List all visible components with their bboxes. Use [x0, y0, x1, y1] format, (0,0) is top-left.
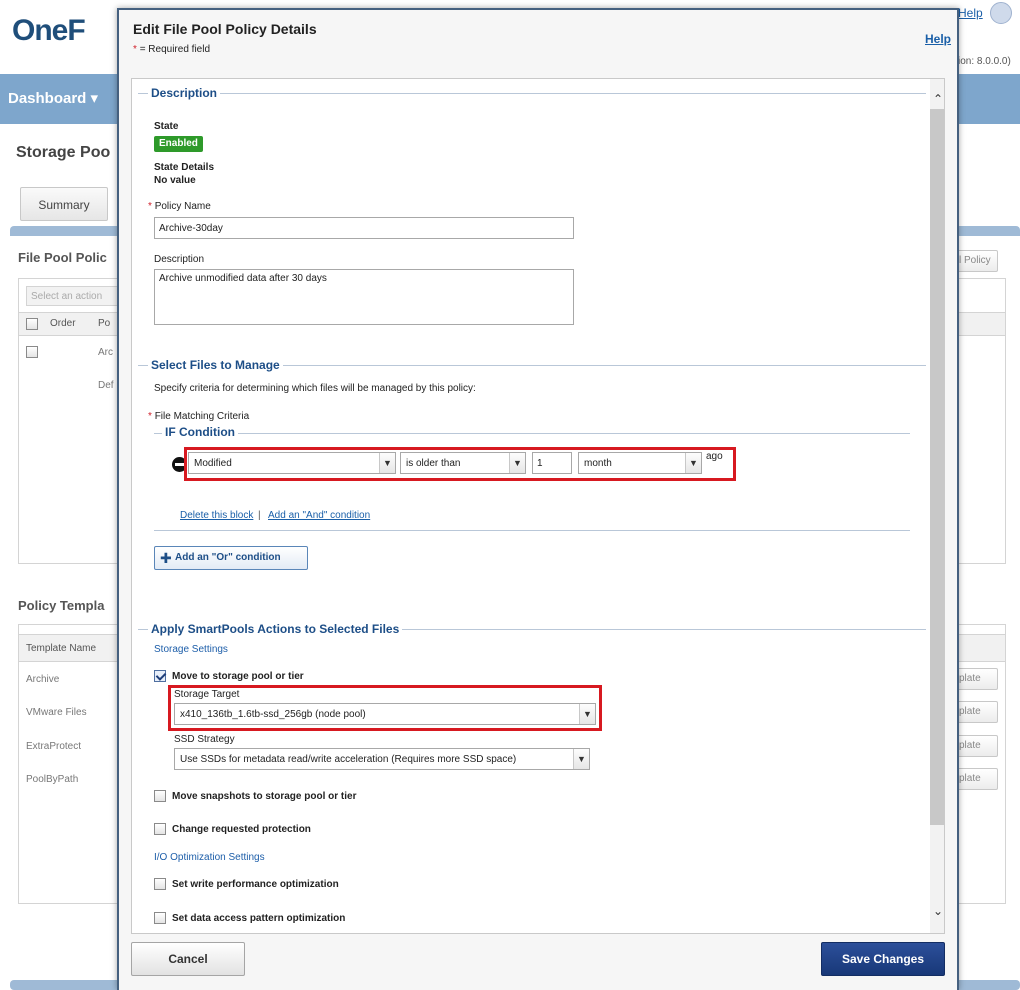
- dialog-title: Edit File Pool Policy Details: [133, 21, 317, 37]
- ssd-strategy-select[interactable]: Use SSDs for metadata read/write acceler…: [174, 748, 590, 770]
- if-condition-top-line: [154, 433, 910, 434]
- policy-row-2: Def: [98, 380, 114, 391]
- description-section-heading: Description: [148, 86, 221, 100]
- policy-name-label: * Policy Name: [148, 201, 211, 212]
- scroll-down-icon[interactable]: ⌄: [931, 903, 944, 919]
- state-badge: Enabled: [154, 136, 203, 152]
- access-pattern-label: Set data access pattern optimization: [172, 913, 346, 924]
- storage-target-label: Storage Target: [174, 689, 240, 700]
- dashboard-menu[interactable]: Dashboard ▾: [8, 89, 98, 107]
- storage-settings-label: Storage Settings: [154, 644, 228, 655]
- select-action-dropdown[interactable]: Select an action: [26, 286, 120, 306]
- col-policy: Po: [98, 318, 111, 329]
- move-snapshots-label: Move snapshots to storage pool or tier: [172, 791, 357, 802]
- use-template-button[interactable]: plate: [956, 768, 998, 790]
- state-details-value: No value: [154, 175, 196, 186]
- attribute-select[interactable]: Modified ▼: [188, 452, 396, 474]
- if-condition-heading: IF Condition: [162, 425, 238, 439]
- select-all-checkbox[interactable]: [26, 318, 38, 330]
- chevron-down-icon: ▼: [509, 453, 525, 473]
- ssd-strategy-label: SSD Strategy: [174, 734, 235, 745]
- select-files-section-heading: Select Files to Manage: [148, 358, 283, 372]
- use-template-button[interactable]: plate: [956, 668, 998, 690]
- use-template-button[interactable]: plate: [956, 701, 998, 723]
- add-and-condition-link[interactable]: Add an "And" condition: [268, 510, 370, 521]
- required-field-note: * = Required field: [133, 44, 211, 55]
- storage-target-select[interactable]: x410_136tb_1.6tb-ssd_256gb (node pool) ▼: [174, 703, 596, 725]
- onefs-logo: OneF: [12, 14, 86, 47]
- select-files-instructions: Specify criteria for determining which f…: [154, 383, 476, 394]
- template-row: VMware Files: [26, 707, 87, 718]
- template-row: ExtraProtect: [26, 741, 82, 752]
- move-to-pool-checkbox[interactable]: [154, 670, 166, 682]
- create-policy-button[interactable]: l Policy: [956, 250, 998, 272]
- save-changes-button[interactable]: Save Changes: [821, 942, 945, 976]
- edit-policy-dialog: Edit File Pool Policy Details * = Requir…: [117, 8, 959, 990]
- policy-templates-title: Policy Templa: [18, 598, 105, 613]
- ago-label: ago: [706, 451, 723, 462]
- io-settings-label: I/O Optimization Settings: [154, 852, 265, 863]
- file-pool-policies-title: File Pool Polic: [18, 250, 107, 265]
- col-order: Order: [50, 318, 76, 329]
- policy-name-input[interactable]: [154, 217, 574, 239]
- actions-section-heading: Apply SmartPools Actions to Selected Fil…: [148, 622, 403, 636]
- state-label: State: [154, 121, 179, 132]
- plus-icon: ✚: [160, 550, 172, 566]
- chevron-down-icon: ▼: [579, 704, 595, 724]
- version-text: ion: 8.0.0.0): [958, 56, 1011, 67]
- scrollbar-thumb[interactable]: [930, 109, 944, 825]
- operator-select[interactable]: is older than ▼: [400, 452, 526, 474]
- description-label: Description: [154, 254, 205, 265]
- write-perf-checkbox[interactable]: [154, 878, 166, 890]
- scroll-up-icon[interactable]: ⌃: [931, 91, 944, 107]
- file-matching-criteria-label: * File Matching Criteria: [148, 411, 250, 422]
- change-protection-checkbox[interactable]: [154, 823, 166, 835]
- delete-block-link[interactable]: Delete this block: [180, 510, 253, 521]
- amount-input[interactable]: [532, 452, 572, 474]
- chevron-down-icon: ▼: [379, 453, 395, 473]
- move-snapshots-checkbox[interactable]: [154, 790, 166, 802]
- tab-summary[interactable]: Summary: [20, 187, 108, 221]
- page-title: Storage Poo: [16, 144, 111, 161]
- dialog-scroll-pane[interactable]: Description State Enabled State Details …: [131, 78, 945, 934]
- change-protection-label: Change requested protection: [172, 824, 311, 835]
- if-condition-bottom-line: [154, 530, 910, 531]
- move-to-pool-label: Move to storage pool or tier: [172, 671, 304, 682]
- section-divider: [138, 93, 926, 94]
- write-perf-label: Set write performance optimization: [172, 879, 339, 890]
- add-or-condition-button[interactable]: ✚ Add an "Or" condition: [154, 546, 308, 570]
- dialog-help-link[interactable]: Help: [925, 32, 951, 46]
- row-checkbox[interactable]: [26, 346, 38, 358]
- template-row: PoolByPath: [26, 774, 79, 785]
- top-help-link[interactable]: Help: [958, 6, 983, 20]
- col-template-name: Template Name: [26, 643, 97, 654]
- cancel-button[interactable]: Cancel: [131, 942, 245, 976]
- chevron-down-icon: ▼: [685, 453, 701, 473]
- access-pattern-checkbox[interactable]: [154, 912, 166, 924]
- help-circle-icon[interactable]: [990, 2, 1012, 24]
- template-row: Archive: [26, 674, 60, 685]
- use-template-button[interactable]: plate: [956, 735, 998, 757]
- unit-select[interactable]: month ▼: [578, 452, 702, 474]
- link-separator: |: [258, 510, 261, 521]
- state-details-label: State Details: [154, 162, 215, 173]
- description-textarea[interactable]: Archive unmodified data after 30 days: [154, 269, 574, 325]
- policy-row-1: Arc: [98, 347, 113, 358]
- chevron-down-icon: ▼: [573, 749, 589, 769]
